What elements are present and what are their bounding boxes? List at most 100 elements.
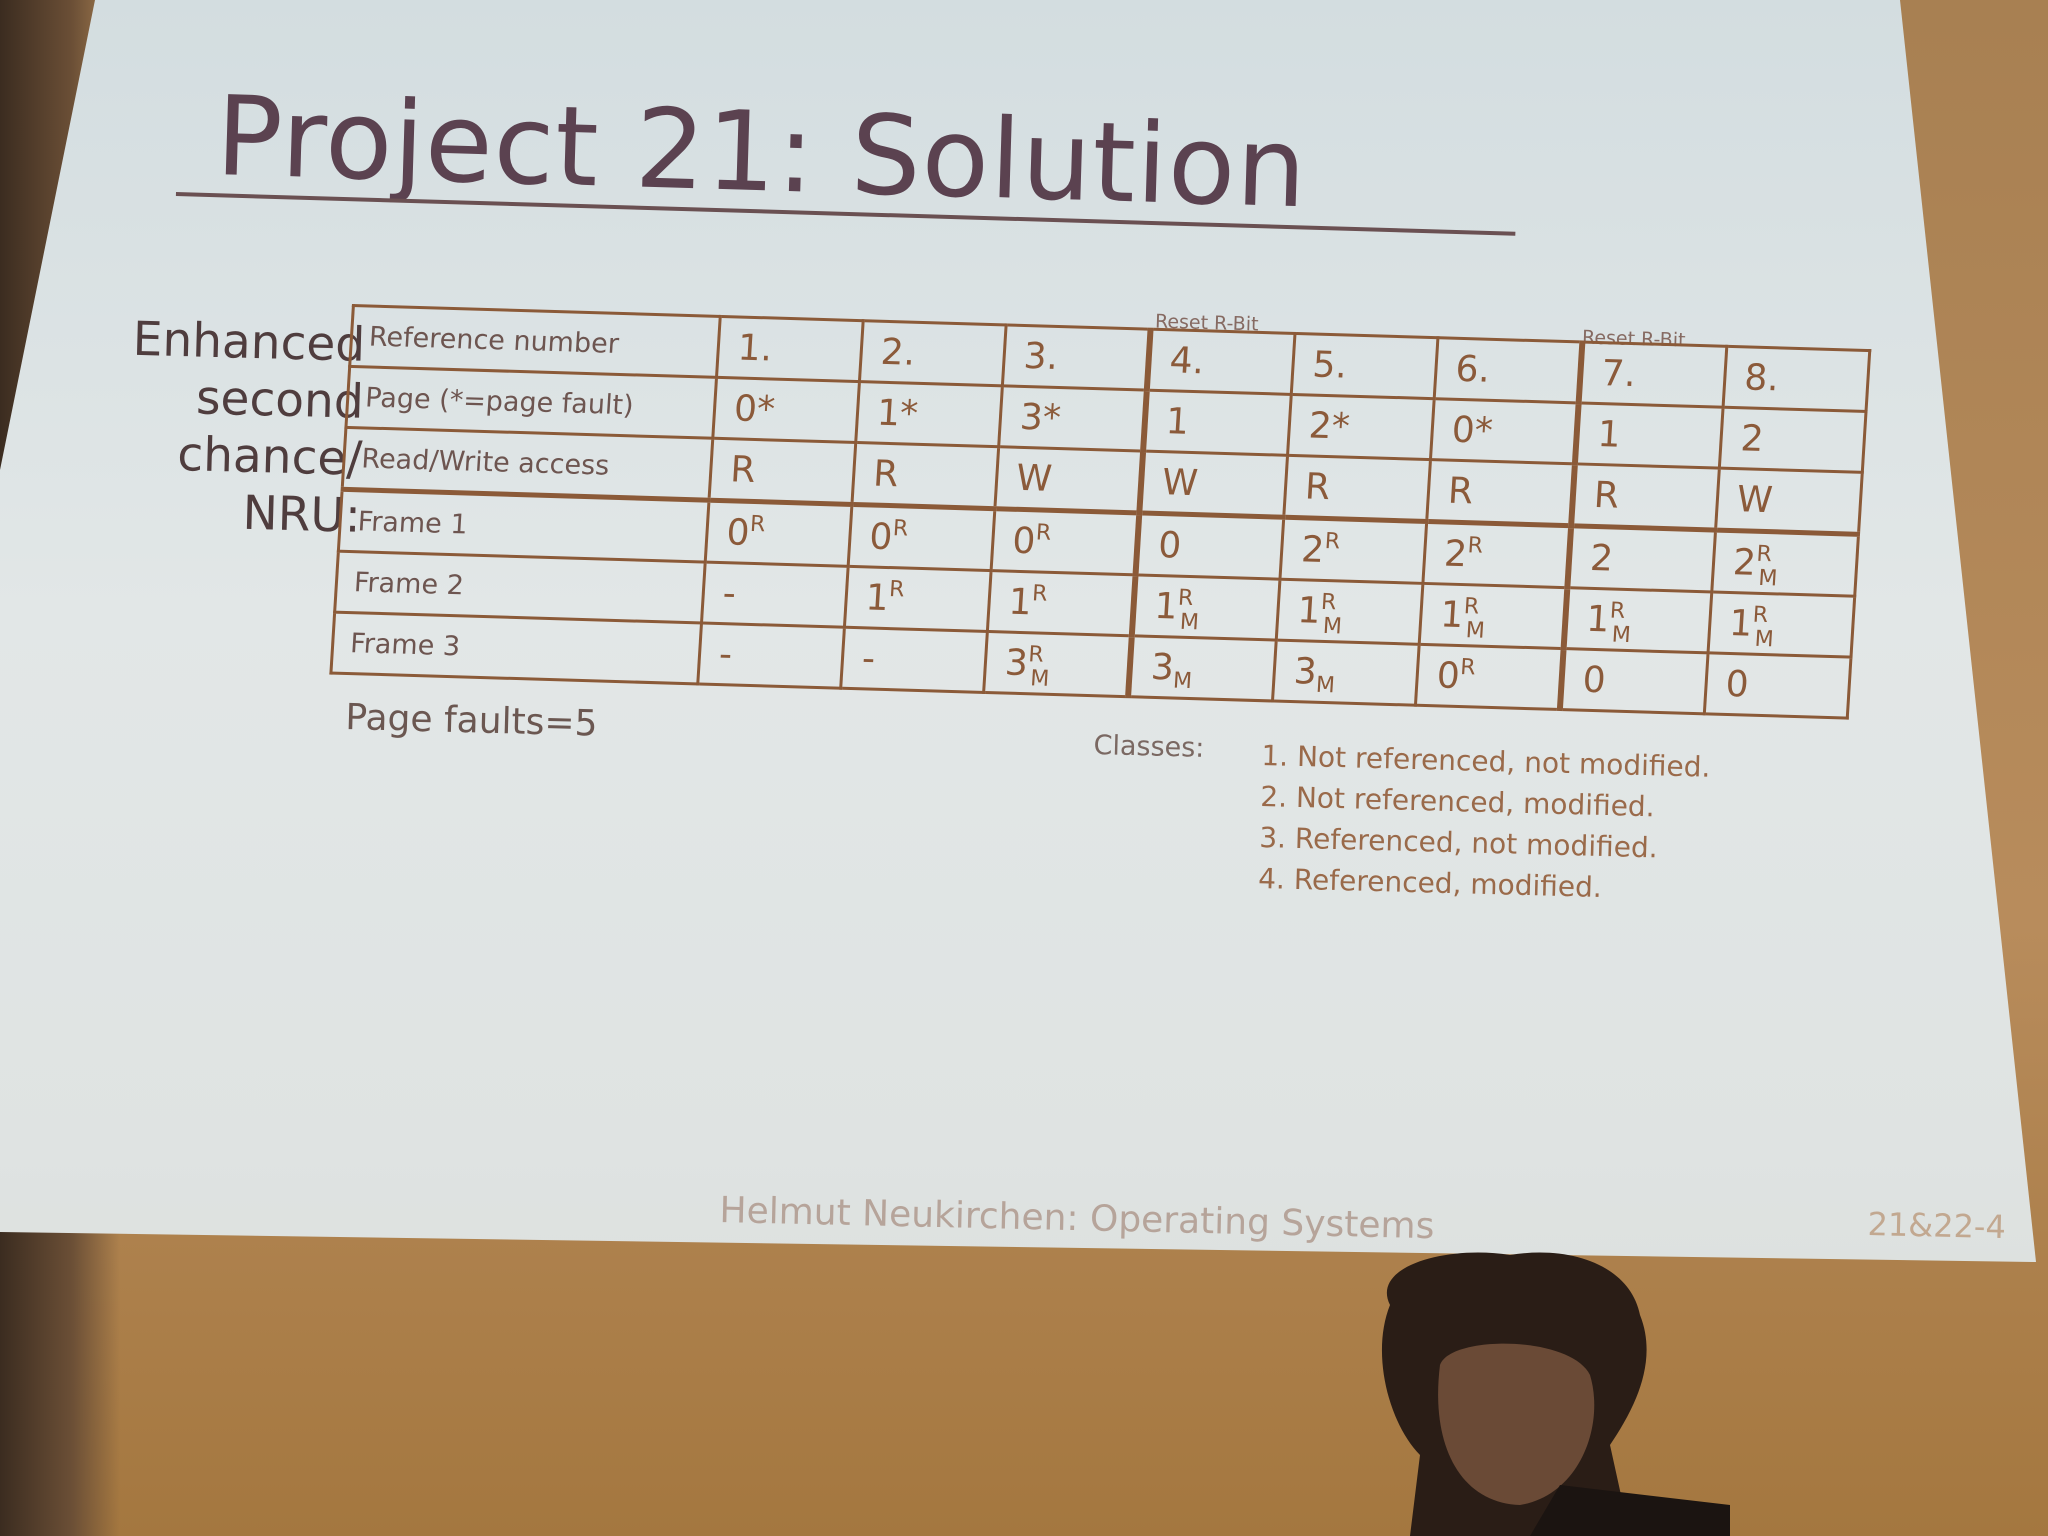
- slide-page-number: 21&22-4: [1867, 1205, 2007, 1247]
- referenced-flag: R: [1466, 532, 1484, 559]
- algorithm-label-line: chance/: [176, 426, 363, 487]
- table-cell: 1RM: [1419, 583, 1568, 649]
- table-cell: R: [1283, 455, 1431, 522]
- table-cell: W: [1139, 451, 1288, 518]
- cell-value: 3: [1003, 642, 1030, 684]
- table-cell: R: [709, 438, 856, 505]
- cell-value: 0: [868, 515, 894, 558]
- table-cell: 0: [1559, 648, 1709, 714]
- table-cell: 2R: [1279, 517, 1427, 584]
- table-cell: R: [1571, 463, 1720, 531]
- page-faults-summary: Page faults=5: [344, 697, 599, 745]
- row-header: Reference number: [349, 305, 721, 378]
- cell-value: 0: [1724, 663, 1750, 706]
- table-cell: 2*: [1287, 394, 1435, 460]
- table-cell: -: [840, 627, 988, 693]
- cell-value: -: [860, 637, 877, 680]
- classes-label: Classes:: [1093, 730, 1205, 764]
- table-cell: 2R: [1422, 521, 1572, 588]
- table-cell: 0R: [1415, 644, 1564, 710]
- referenced-flag: R: [1177, 585, 1195, 611]
- cell-value: 1: [1439, 593, 1465, 636]
- table-cell: 2: [1719, 407, 1867, 473]
- referenced-flag: R: [1324, 528, 1341, 554]
- table-cell: 1RM: [1708, 591, 1855, 658]
- cell-value: 0: [1157, 524, 1183, 567]
- cell-value: 2: [1443, 533, 1469, 575]
- algorithm-label-line: NRU:: [241, 485, 362, 544]
- referenced-flag: R: [1459, 654, 1477, 680]
- table-cell: 0R: [991, 508, 1140, 575]
- table-cell: 1*: [855, 381, 1003, 447]
- cell-value: 1: [1585, 598, 1611, 640]
- modified-flag: M: [1172, 668, 1193, 694]
- modified-flag: M: [1029, 665, 1051, 692]
- table-cell: 6.: [1434, 337, 1583, 403]
- referenced-flag: R: [1755, 541, 1773, 567]
- table-cell: 0*: [712, 377, 860, 443]
- modified-flag: M: [1322, 613, 1343, 639]
- table-cell: 3M: [1128, 635, 1277, 701]
- table-cell: 3M: [1272, 640, 1420, 706]
- referenced-flag: R: [749, 511, 767, 537]
- table-cell: 1: [1574, 402, 1724, 469]
- cell-value: 0: [1581, 659, 1607, 701]
- table-cell: 0R: [705, 500, 852, 567]
- solution-table: Reference number 1. 2. 3. 4. 5. 6. 7. 8. Page (*=…: [329, 304, 1871, 720]
- cell-value: 3: [1292, 650, 1319, 693]
- table-cell: 1RM: [1563, 587, 1712, 653]
- referenced-flag: R: [1609, 597, 1626, 624]
- cell-value: 2: [1588, 537, 1615, 579]
- referenced-flag: R: [1027, 641, 1045, 668]
- table-cell: W: [994, 446, 1144, 513]
- algorithm-label-line: second: [195, 370, 365, 430]
- table-cell: 1R: [987, 570, 1136, 636]
- cell-value: -: [721, 572, 738, 614]
- cell-value: 1: [1728, 602, 1754, 645]
- modified-flag: M: [1753, 626, 1775, 652]
- cell-value: 1: [1296, 589, 1322, 632]
- table-cell: 2: [1567, 525, 1716, 592]
- modified-flag: M: [1610, 622, 1632, 648]
- cell-value: 1: [1153, 585, 1179, 628]
- table-cell: W: [1715, 468, 1863, 535]
- table-cell: 5.: [1291, 333, 1438, 399]
- referenced-flag: R: [1035, 519, 1052, 546]
- cell-value: 3: [1149, 646, 1176, 689]
- projector-slide: Project 21: Solution Enhanced second cha…: [0, 0, 2048, 1536]
- projection-screen: [0, 0, 2036, 1262]
- algorithm-label: Enhanced second chance/ NRU:: [98, 310, 366, 545]
- table-cell: 3*: [998, 385, 1147, 452]
- cell-value: 0: [1011, 520, 1037, 562]
- row-header: Read/Write access: [342, 427, 713, 501]
- table-cell: R: [1426, 459, 1575, 526]
- referenced-flag: R: [1463, 593, 1481, 620]
- table-cell: 2RM: [1711, 530, 1859, 597]
- table-cell: 0: [1135, 512, 1284, 580]
- table-cell: 1.: [716, 316, 864, 382]
- modified-flag: M: [1757, 565, 1779, 591]
- table-cell: 7.: [1578, 342, 1727, 408]
- table-cell: 4.: [1146, 329, 1295, 395]
- table-cell: 1: [1143, 390, 1292, 456]
- referenced-flag: R: [892, 515, 910, 542]
- referenced-flag: R: [1320, 589, 1338, 615]
- classes-list: 1. Not referenced, not modified. 2. Not …: [1258, 735, 1711, 911]
- table-cell: -: [697, 623, 845, 689]
- table-cell: 1RM: [1276, 579, 1423, 645]
- referenced-flag: R: [1031, 580, 1049, 607]
- table-cell: 3RM: [983, 631, 1132, 697]
- cell-value: 1: [1007, 581, 1033, 623]
- referenced-flag: R: [888, 576, 906, 602]
- cell-value: 2: [1300, 528, 1326, 571]
- table-cell: 3.: [1002, 324, 1151, 391]
- modified-flag: M: [1179, 609, 1200, 635]
- row-header: Page (*=page fault): [345, 366, 717, 439]
- table-cell: 0*: [1430, 398, 1579, 464]
- table-cell: R: [851, 442, 999, 509]
- table-cell: -: [701, 562, 849, 628]
- page-replacement-table: Reference number 1. 2. 3. 4. 5. 6. 7. 8. Page (*=…: [329, 304, 1871, 720]
- cell-value: -: [717, 633, 734, 675]
- cell-value: 0: [1435, 654, 1461, 697]
- cell-value: 2: [1731, 541, 1758, 584]
